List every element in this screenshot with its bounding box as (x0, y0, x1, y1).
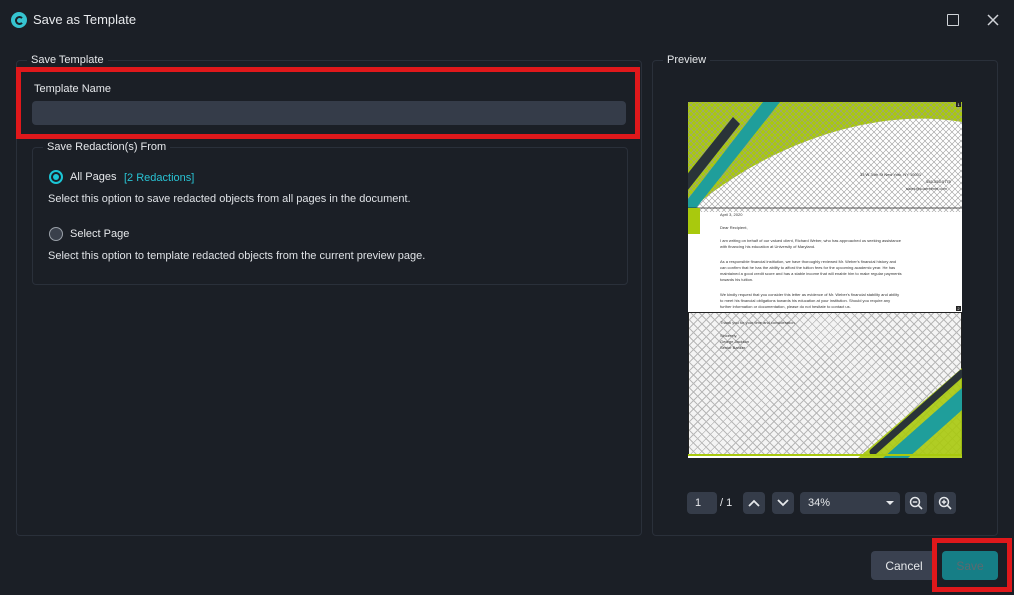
window-title: Save as Template (33, 12, 137, 27)
letter-closing: Thank you for your time and consideratio… (720, 320, 796, 325)
page-number-input[interactable] (687, 492, 717, 514)
caret-down-icon (886, 501, 894, 505)
save-button[interactable]: Save (942, 551, 998, 580)
letter-salutation: Dear Recipient, (720, 225, 748, 230)
zoom-select[interactable]: 34% (800, 492, 900, 514)
save-template-title: Save Template (31, 54, 104, 66)
title-bar: Save as Template (0, 0, 1014, 40)
letter-line: towards his tuition. (720, 277, 754, 282)
all-pages-description: Select this option to save redacted obje… (48, 193, 411, 205)
save-as-template-dialog: Save as Template Save Template Template … (0, 0, 1014, 595)
cancel-button[interactable]: Cancel (871, 551, 937, 580)
letter-address: 33 W 34th St New York, NY 10001 (860, 172, 922, 177)
close-icon (987, 14, 999, 26)
document-preview: 1 33 W 34th St New York, NY 10001 555-55… (688, 102, 962, 458)
letter-phone: 555-555-5775 (926, 179, 951, 184)
select-page-label[interactable]: Select Page (70, 228, 129, 240)
redaction-count: [2 Redactions] (124, 172, 195, 184)
save-redactions-from-group: Save Redaction(s) From (32, 141, 628, 285)
maximize-button[interactable] (943, 10, 963, 30)
chevron-down-icon (777, 499, 789, 507)
all-pages-radio[interactable] (49, 170, 63, 184)
app-logo-icon (11, 12, 27, 28)
select-page-radio[interactable] (49, 227, 63, 241)
redaction-badge: 1 (956, 102, 961, 107)
template-name-label: Template Name (34, 83, 112, 95)
preview-title: Preview (667, 54, 707, 66)
all-pages-label[interactable]: All Pages (70, 171, 116, 183)
redaction-badge: 2 (956, 306, 961, 311)
save-template-group: Save Template (16, 54, 642, 536)
letter-line: with financing his education at Universi… (720, 244, 816, 249)
chevron-up-icon (748, 499, 760, 507)
letter-date: April 3, 2020 (720, 212, 743, 217)
zoom-in-icon (938, 496, 952, 510)
select-page-description: Select this option to template redacted … (48, 250, 426, 262)
letterhead-graphic (688, 102, 962, 212)
zoom-out-icon (909, 496, 923, 510)
template-name-input[interactable] (32, 101, 626, 125)
save-redactions-from-title: Save Redaction(s) From (47, 141, 167, 153)
maximize-icon (947, 14, 959, 26)
letter-email: sales@soarrelmet.com (906, 186, 947, 191)
letter-line: further information or documentation, pl… (720, 304, 851, 309)
close-button[interactable] (983, 10, 1003, 30)
next-page-button[interactable] (772, 492, 794, 514)
zoom-out-button[interactable] (905, 492, 927, 514)
page-total: / 1 (720, 497, 733, 509)
footer-graphic (688, 368, 962, 458)
zoom-value: 34% (808, 497, 831, 509)
zoom-in-button[interactable] (934, 492, 956, 514)
previous-page-button[interactable] (743, 492, 765, 514)
left-green-band (688, 208, 700, 234)
